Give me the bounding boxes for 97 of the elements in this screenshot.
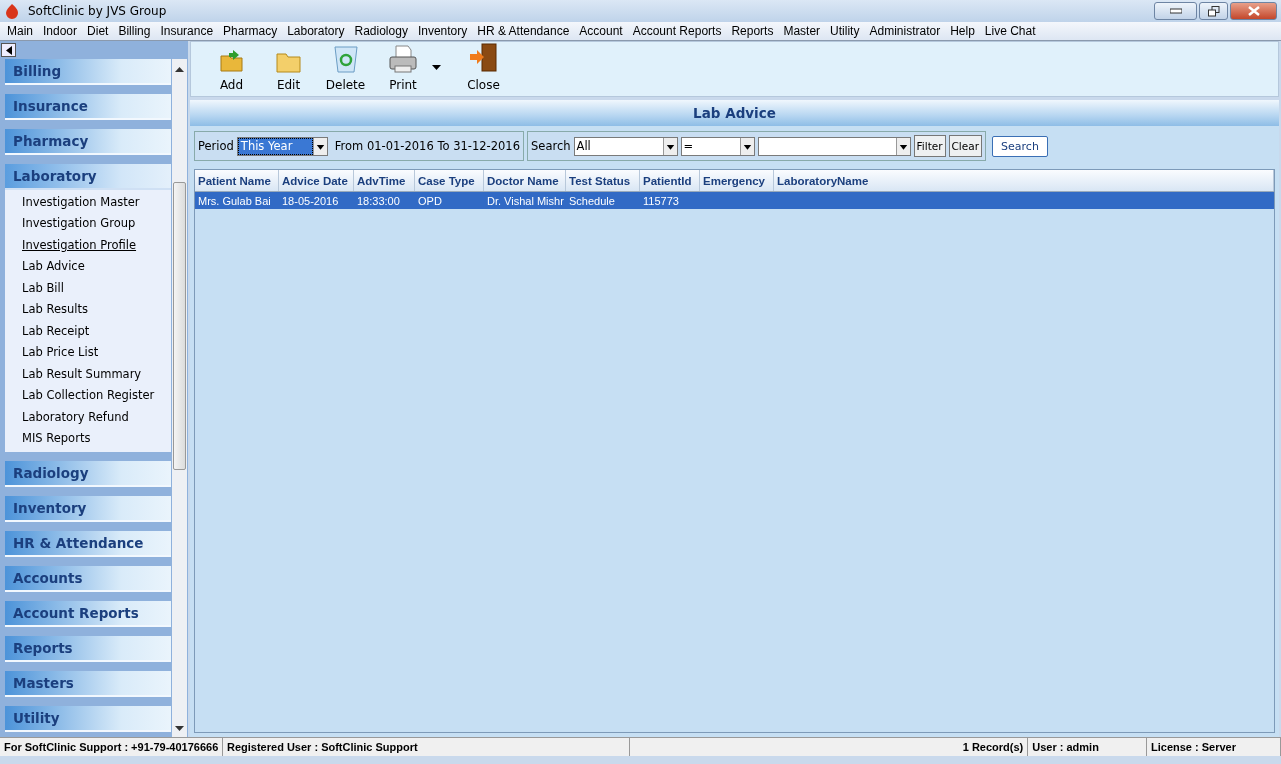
sidebar-group-header[interactable]: Inventory <box>5 496 171 522</box>
menu-item[interactable]: Help <box>945 24 980 38</box>
column-header[interactable]: Test Status <box>566 170 640 191</box>
sidebar-item[interactable]: Laboratory Refund <box>5 406 171 428</box>
sidebar-item[interactable]: Lab Price List <box>5 341 171 363</box>
sidebar-group-header[interactable]: Radiology <box>5 461 171 487</box>
close-button[interactable] <box>1230 2 1277 20</box>
scrollbar-thumb[interactable] <box>173 182 186 470</box>
table-cell-text: Dr. Vishal Mishr <box>486 193 565 209</box>
column-header[interactable]: Emergency <box>700 170 774 191</box>
menu-item[interactable]: Inventory <box>412 24 473 38</box>
recycle-bin-icon <box>331 44 360 74</box>
menu-item[interactable]: Reports <box>726 24 779 38</box>
sidebar-group-header[interactable]: Accounts <box>5 566 171 592</box>
sidebar-group-header[interactable]: Masters <box>5 671 171 697</box>
menu-item[interactable]: Diet <box>82 24 114 38</box>
toolbar-button[interactable]: Print <box>374 44 432 92</box>
search-field-dropdown[interactable]: All <box>573 136 678 156</box>
column-header[interactable]: Patient Name <box>195 170 279 191</box>
date-range-text: From 01-01-2016 To 31-12-2016 <box>334 139 520 153</box>
sidebar-group-header[interactable]: Pharmacy <box>5 129 171 155</box>
toolbar-button[interactable]: Edit <box>260 48 317 92</box>
table-row[interactable]: Mrs. Gulab Bai 18-05-2016 18:33:00 OPD Dr. Vishal Mishr Schedule 115773 <box>195 192 1274 209</box>
menu-item[interactable]: Pharmacy <box>218 24 283 38</box>
toolbar-button[interactable]: Close <box>455 42 512 92</box>
menu-item[interactable]: Billing <box>113 24 156 38</box>
column-header[interactable]: PatientId <box>640 170 700 191</box>
dropdown-caret-icon[interactable] <box>432 64 441 70</box>
sidebar-group-header[interactable]: Utility <box>5 706 171 732</box>
collapse-sidebar-button[interactable] <box>1 43 16 57</box>
menu-item[interactable]: Administrator <box>864 24 946 38</box>
scroll-down-icon <box>175 726 184 731</box>
sidebar-item[interactable]: Lab Bill <box>5 277 171 299</box>
sidebar-item[interactable]: Lab Results <box>5 298 171 320</box>
menu-item[interactable]: Indoor <box>38 24 83 38</box>
table-cell-text: 18:33:00 <box>356 193 401 209</box>
search-button[interactable]: Search <box>992 135 1048 157</box>
column-header[interactable]: Doctor Name <box>484 170 566 191</box>
sidebar-item[interactable]: Lab Result Summary <box>5 363 171 385</box>
table-cell-text: Schedule <box>568 193 616 209</box>
menu-item[interactable]: Insurance <box>155 24 219 38</box>
menu-item[interactable]: Main <box>2 24 38 38</box>
sidebar-group-header[interactable]: HR & Attendance <box>5 531 171 557</box>
table-cell-text: 18-05-2016 <box>281 193 340 209</box>
sidebar-item[interactable]: Investigation Group <box>5 212 171 234</box>
filter-action-button[interactable]: Filter <box>913 135 946 157</box>
table-cell-text: OPD <box>417 193 443 209</box>
close-icon <box>1247 6 1260 16</box>
search-label: Search <box>531 139 571 153</box>
sidebar-group-header[interactable]: Insurance <box>5 94 171 120</box>
operator-dropdown[interactable]: = <box>680 136 755 156</box>
menu-item[interactable]: HR & Attendance <box>472 24 575 38</box>
menu-item[interactable]: Account <box>574 24 628 38</box>
menu-item[interactable]: Utility <box>825 24 865 38</box>
minimize-button[interactable] <box>1154 2 1197 20</box>
value-dropdown[interactable] <box>757 136 911 156</box>
restore-icon <box>1207 5 1220 17</box>
toolbar-button[interactable]: Delete <box>317 44 374 92</box>
period-label: Period <box>198 139 234 153</box>
column-header[interactable]: LaboratoryName <box>774 170 1274 191</box>
sidebar-scrollbar[interactable] <box>172 59 187 737</box>
column-header[interactable]: Case Type <box>415 170 484 191</box>
sidebar-group-header[interactable]: Account Reports <box>5 601 171 627</box>
folder-plus-icon <box>218 48 245 74</box>
period-dropdown[interactable]: This Year <box>236 136 328 156</box>
dropdown-caret-icon[interactable] <box>895 137 910 155</box>
panel-title: Lab Advice <box>190 100 1279 126</box>
dropdown-caret-icon[interactable] <box>739 137 754 155</box>
sidebar-item[interactable]: Investigation Profile <box>5 234 171 256</box>
menu-item[interactable]: Live Chat <box>979 24 1041 38</box>
exit-door-icon <box>467 42 500 74</box>
scroll-up-icon <box>175 67 184 72</box>
column-header[interactable]: Advice Date <box>279 170 354 191</box>
table-cell-text: 115773 <box>642 193 680 209</box>
sidebar-group-header[interactable]: Billing <box>5 59 171 85</box>
dropdown-caret-icon[interactable] <box>662 137 677 155</box>
sidebar-item[interactable]: Lab Advice <box>5 255 171 277</box>
sidebar-item[interactable]: MIS Reports <box>5 427 171 449</box>
sidebar-item[interactable]: Investigation Master <box>5 191 171 213</box>
sidebar-item[interactable]: Lab Receipt <box>5 320 171 342</box>
menu-item[interactable]: Laboratory <box>282 24 350 38</box>
sidebar-group-header[interactable]: Laboratory <box>5 164 171 190</box>
toolbar-button[interactable]: Add <box>203 48 260 92</box>
column-header[interactable]: AdvTime <box>354 170 415 191</box>
printer-icon <box>388 44 418 74</box>
app-logo-icon <box>4 3 20 19</box>
filter-action-button[interactable]: Clear <box>948 135 982 157</box>
restore-button[interactable] <box>1199 2 1228 20</box>
menu-item[interactable]: Account Reports <box>627 24 727 38</box>
sidebar-group-header[interactable]: Reports <box>5 636 171 662</box>
menu-item[interactable]: Radiology <box>349 24 413 38</box>
left-triangle-icon <box>5 45 12 55</box>
table-cell-text: Mrs. Gulab Bai <box>197 193 272 209</box>
sidebar-item[interactable]: Lab Collection Register <box>5 384 171 406</box>
minimize-icon <box>1169 8 1182 14</box>
menu-item[interactable]: Master <box>778 24 826 38</box>
window-title: SoftClinic by JVS Group <box>28 4 167 18</box>
